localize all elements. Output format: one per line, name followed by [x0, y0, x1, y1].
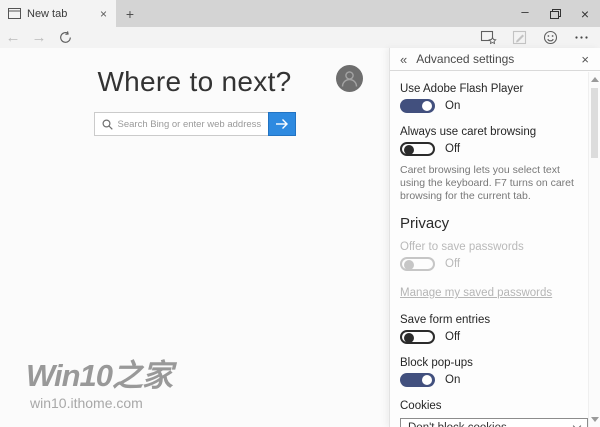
cookies-label: Cookies: [400, 399, 588, 413]
toolbar: ← →: [0, 27, 600, 48]
chevron-down-icon: [573, 422, 581, 427]
flash-player-toggle[interactable]: [400, 99, 435, 113]
caret-browsing-label: Always use caret browsing: [400, 125, 588, 139]
tab-new-tab[interactable]: New tab ×: [0, 0, 116, 27]
browser-window: New tab × + – × ← →: [0, 0, 600, 427]
form-entries-state: Off: [445, 331, 460, 343]
search-input[interactable]: [118, 119, 264, 130]
page-icon: [8, 8, 21, 19]
scroll-up-icon[interactable]: [591, 77, 599, 82]
refresh-icon: [59, 31, 72, 44]
search-go-button[interactable]: [268, 112, 296, 136]
forward-button[interactable]: →: [26, 30, 52, 45]
flash-player-label: Use Adobe Flash Player: [400, 82, 588, 96]
save-passwords-label: Offer to save passwords: [400, 240, 588, 254]
panel-back-icon[interactable]: «: [400, 52, 407, 67]
form-entries-toggle[interactable]: [400, 330, 435, 344]
panel-title: Advanced settings: [416, 52, 578, 66]
caret-browsing-state: Off: [445, 143, 460, 155]
restore-button[interactable]: [540, 0, 570, 27]
avatar[interactable]: [336, 65, 363, 92]
window-close-button[interactable]: ×: [570, 0, 600, 27]
pen-icon: [512, 30, 527, 45]
panel-header: « Advanced settings ×: [390, 48, 600, 71]
caret-browsing-toggle[interactable]: [400, 142, 435, 156]
search-icon: [102, 119, 113, 130]
save-passwords-toggle: [400, 257, 435, 271]
tab-strip: New tab × + – ×: [0, 0, 600, 27]
search-bar: [94, 112, 296, 136]
feedback-button[interactable]: [542, 30, 559, 45]
cookies-selected-value: Don't block cookies: [408, 422, 507, 427]
manage-passwords-link[interactable]: Manage my saved passwords: [400, 287, 552, 299]
watermark-url: win10.ithome.com: [30, 395, 172, 411]
toolbar-right: [480, 30, 600, 45]
watermark: Win10之家 win10.ithome.com: [26, 350, 172, 411]
cookies-dropdown[interactable]: Don't block cookies: [400, 418, 588, 427]
refresh-button[interactable]: [52, 31, 78, 44]
scroll-down-icon[interactable]: [591, 417, 599, 422]
watermark-brand: Win10之家: [26, 350, 172, 395]
new-tab-page: Where to next?: [0, 48, 389, 427]
restore-icon: [550, 9, 561, 19]
hub-button[interactable]: [480, 30, 497, 45]
block-popups-state: On: [445, 374, 460, 386]
new-tab-button[interactable]: +: [116, 0, 144, 27]
window-controls: – ×: [510, 0, 600, 27]
tab-close-icon[interactable]: ×: [97, 7, 110, 21]
panel-close-icon[interactable]: ×: [578, 52, 592, 67]
panel-scrollbar[interactable]: [588, 72, 600, 427]
flash-player-state: On: [445, 100, 460, 112]
tab-title: New tab: [27, 8, 97, 20]
go-arrow-icon: [275, 118, 289, 130]
caret-browsing-description: Caret browsing lets you select text usin…: [400, 164, 578, 203]
privacy-heading: Privacy: [400, 215, 588, 232]
form-entries-label: Save form entries: [400, 313, 588, 327]
more-dots-icon: [574, 31, 589, 44]
more-actions-button[interactable]: [573, 30, 590, 45]
smiley-icon: [543, 30, 558, 45]
web-note-button[interactable]: [511, 30, 528, 45]
block-popups-toggle[interactable]: [400, 373, 435, 387]
advanced-settings-panel: « Advanced settings × Use Adobe Flash Pl…: [389, 48, 600, 427]
block-popups-label: Block pop-ups: [400, 356, 588, 370]
scrollbar-thumb[interactable]: [591, 88, 598, 158]
save-passwords-state: Off: [445, 258, 460, 270]
minimize-button[interactable]: –: [510, 0, 540, 27]
panel-body: Use Adobe Flash Player On Always use car…: [390, 72, 588, 427]
back-button[interactable]: ←: [0, 30, 26, 45]
hub-icon: [480, 30, 497, 45]
search-box: [94, 112, 268, 136]
user-icon: [336, 65, 363, 92]
page-title: Where to next?: [0, 66, 389, 98]
